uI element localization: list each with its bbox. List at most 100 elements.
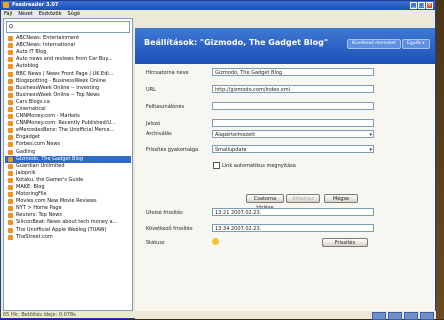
list-item[interactable]: Jalopnik: [5, 170, 131, 177]
close-icon[interactable]: ×: [426, 2, 433, 9]
rss-feed-icon: [8, 199, 13, 205]
status-icon: [212, 238, 219, 245]
password-field[interactable]: [212, 119, 374, 127]
refresh-button[interactable]: Frissítés: [322, 238, 368, 247]
feed-title: Jalopnik: [16, 169, 36, 176]
rss-feed-icon: [8, 163, 13, 169]
feed-title: Forbes.com News: [16, 141, 61, 148]
frequency-select[interactable]: Smallupdate: [212, 145, 374, 153]
feed-title: Auto news and reviews from Car Buy...: [16, 56, 113, 63]
feed-title: BBC News | News Front Page | UK Edi...: [16, 70, 114, 77]
feed-title: SiliconBeat: News about tech money a...: [16, 219, 118, 226]
rss-feed-icon: [8, 85, 13, 91]
list-item[interactable]: Gadling: [5, 149, 131, 156]
rss-feed-icon: [8, 71, 13, 77]
archive-select[interactable]: Alapértelmezett: [212, 130, 374, 138]
list-item[interactable]: Gizmodo, The Gadget Blog: [5, 155, 131, 163]
move-button[interactable]: Áthelyez: [286, 194, 320, 203]
list-item[interactable]: SiliconBeat: News about tech money a...: [5, 219, 131, 226]
feed-title: Movies.com New Movie Reviews: [16, 198, 97, 205]
app-title: Feedreader 3.07: [12, 2, 59, 8]
auto-open-checkbox[interactable]: Link automatikus megnyitása: [213, 162, 296, 169]
rss-feed-icon: [8, 185, 13, 191]
checkbox-icon[interactable]: [213, 162, 220, 169]
feed-title: CNNMoney.com: Recently Published/U...: [16, 120, 116, 127]
list-item[interactable]: CNNMoney.com - Markets: [5, 113, 131, 120]
desktop-background: [436, 0, 444, 319]
feed-title: Cinematical: [16, 105, 46, 112]
feed-title: Engadget: [16, 134, 40, 141]
list-item[interactable]: Blogspotting - BusinessWeek Online: [5, 78, 131, 85]
name-field[interactable]: Gizmodo, The Gadget Blog: [212, 68, 374, 76]
feed-title: Autoblog: [16, 63, 39, 70]
list-item[interactable]: Movies.com New Movie Reviews: [5, 198, 131, 205]
feed-title: ABCNews: Entertainment: [16, 35, 80, 42]
rss-feed-icon: [8, 78, 13, 84]
rss-feed-icon: [8, 227, 13, 233]
menu-view[interactable]: Nézet: [18, 10, 32, 18]
list-item[interactable]: Cinematical: [5, 106, 131, 113]
maximize-icon[interactable]: □: [418, 2, 425, 9]
list-item[interactable]: Reuters: Top News: [5, 212, 131, 219]
rss-feed-icon: [8, 92, 13, 98]
feed-title: CNNMoney.com - Markets: [16, 113, 80, 120]
rss-feed-icon: [8, 57, 13, 63]
list-item[interactable]: Guardian Unlimited: [5, 163, 131, 170]
username-field[interactable]: [212, 102, 374, 110]
cancel-button[interactable]: Mégse: [324, 194, 358, 203]
rss-feed-icon: [8, 213, 13, 219]
search-input[interactable]: Q: [6, 21, 130, 33]
rss-feed-icon: [8, 99, 13, 105]
search-icon: Q: [9, 24, 13, 30]
feed-title: Guardian Unlimited: [16, 162, 65, 169]
list-item[interactable]: MotoringFile: [5, 191, 131, 198]
rss-feed-icon: [8, 177, 13, 183]
list-item[interactable]: CNNMoney.com: Recently Published/U...: [5, 120, 131, 127]
feed-title: Reuters: Top News: [16, 212, 63, 219]
list-item[interactable]: MAKE: Blog: [5, 184, 131, 191]
menu-bar: Fájl Nézet Eszközök Súgó: [1, 10, 435, 18]
feed-title: Kotaku, the Gamer's Guide: [16, 176, 84, 183]
rss-feed-icon: [8, 192, 13, 198]
rss-feed-icon: [8, 128, 13, 134]
list-item[interactable]: NYT > Home Page: [5, 205, 131, 212]
url-field[interactable]: http://gizmodo.com/index.xml: [212, 85, 374, 93]
rss-feed-icon: [8, 64, 13, 70]
menu-tools[interactable]: Eszközök: [39, 10, 62, 18]
feed-title: ABCNews: International: [16, 42, 75, 49]
list-item[interactable]: Auto news and reviews from Car Buy...: [5, 56, 131, 63]
feed-title: Gadling: [16, 148, 36, 155]
url-label: URL: [146, 87, 156, 93]
list-item[interactable]: Kotaku, the Gamer's Guide: [5, 177, 131, 184]
list-item[interactable]: ABCNews: International: [5, 42, 131, 49]
archive-label: Archiválás: [146, 131, 172, 137]
list-item[interactable]: TheStreet.com: [5, 234, 131, 241]
feed-title: BusinessWeek Online -- Investing: [16, 84, 100, 91]
delete-feed-button[interactable]: Csatorna törlése: [246, 194, 284, 211]
list-item[interactable]: Autoblog: [5, 63, 131, 70]
list-item[interactable]: Forbes.com News: [5, 141, 131, 148]
list-item[interactable]: BusinessWeek Online -- Investing: [5, 85, 131, 92]
next-items-button[interactable]: Kivetkező elemeket: [347, 39, 402, 49]
feed-title: Gizmodo, The Gadget Blog: [16, 155, 84, 162]
list-item[interactable]: BBC News | News Front Page | UK Edi...: [5, 70, 131, 77]
list-item[interactable]: Auto IT Blog: [5, 49, 131, 56]
minimize-icon[interactable]: _: [410, 2, 417, 9]
menu-file[interactable]: Fájl: [4, 10, 12, 18]
frequency-label: Frissítés gyakorisága: [146, 147, 199, 153]
username-label: Felhasználónév: [146, 104, 185, 110]
list-item[interactable]: Engadget: [5, 134, 131, 141]
list-item[interactable]: The Unofficial Apple Weblog (TUAW): [5, 227, 131, 234]
list-item[interactable]: Cars Blogs.ca: [5, 99, 131, 106]
more-button[interactable]: Egyéb ▾: [402, 39, 430, 49]
list-item[interactable]: ABCNews: Entertainment: [5, 35, 131, 42]
list-item[interactable]: eMercedesBenz: The Unofficial Merce...: [5, 127, 131, 134]
feed-title: Cars Blogs.ca: [16, 98, 50, 105]
rss-feed-icon: [8, 135, 13, 141]
menu-help[interactable]: Súgó: [68, 10, 81, 18]
list-item[interactable]: BusinessWeek Online -- Top News: [5, 92, 131, 99]
feed-panel: Q ABCNews: Entertainment ABCNews: Interna…: [3, 18, 133, 311]
feed-title: MotoringFile: [16, 191, 47, 198]
rss-feed-icon: [8, 43, 13, 49]
feed-title: MAKE: Blog: [16, 184, 45, 191]
